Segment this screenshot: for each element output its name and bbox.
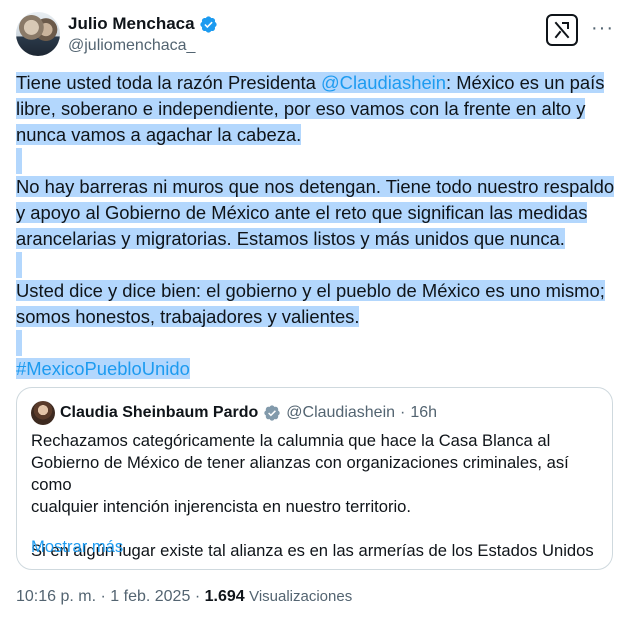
author-handle[interactable]: @juliomenchaca_ <box>68 37 195 55</box>
author-name-row: Julio Menchaca <box>68 14 218 34</box>
quoted-author-handle: @Claudiashein <box>286 404 396 421</box>
grok-icon <box>554 21 570 39</box>
more-icon[interactable]: ··· <box>591 18 614 38</box>
tweet-text-line: nunca vamos a agachar la cabeza. <box>16 124 302 145</box>
mention-link[interactable]: @Claudiashein <box>321 72 446 93</box>
tweet-text-line: y apoyo al Gobierno de México ante el re… <box>16 202 588 223</box>
views-count: 1.694 <box>204 588 245 605</box>
tweet-text-line: arancelarias y migratorias. Estamos list… <box>16 228 565 249</box>
tweet-text-line: No hay barreras ni muros que nos detenga… <box>16 176 615 197</box>
quoted-text-line: Rechazamos categóricamente la calumnia q… <box>31 431 551 450</box>
quoted-author-avatar <box>31 401 55 425</box>
separator-dot: · <box>100 588 106 605</box>
author-avatar[interactable] <box>16 12 60 56</box>
paragraph-break <box>16 330 616 356</box>
tweet-text-segment: Tiene usted toda la razón Presidenta <box>16 72 321 93</box>
tweet-text-line: Usted dice y dice bien: el gobierno y el… <box>16 280 605 301</box>
quoted-tweet-header: Claudia Sheinbaum Pardo @Claudiashein · … <box>31 401 437 425</box>
quoted-author-name: Claudia Sheinbaum Pardo <box>60 404 259 421</box>
separator-dot: · <box>400 404 406 421</box>
tweet-text-line: somos honestos, trabajadores y valientes… <box>16 306 360 327</box>
verified-badge-icon <box>199 15 217 33</box>
tweet-date[interactable]: 1 feb. 2025 <box>110 588 190 605</box>
quoted-tweet[interactable]: Claudia Sheinbaum Pardo @Claudiashein · … <box>16 387 613 570</box>
hashtag-link[interactable]: #MexicoPuebloUnido <box>16 358 190 379</box>
tweet-metadata: 10:16 p. m. · 1 feb. 2025 · 1.694 Visual… <box>16 588 352 606</box>
tweet-text-line: libre, soberano e independiente, por eso… <box>16 98 586 119</box>
author-display-name[interactable]: Julio Menchaca <box>68 14 195 34</box>
separator-dot: · <box>194 588 201 605</box>
quoted-timestamp: 16h <box>410 404 438 421</box>
paragraph-break <box>16 252 616 278</box>
tweet-text-segment: : México es un país <box>446 72 605 93</box>
tweet-header: Julio Menchaca @juliomenchaca_ ··· <box>16 12 622 60</box>
show-more-link[interactable]: Mostrar más <box>31 537 123 557</box>
paragraph-break <box>16 148 616 174</box>
verified-badge-icon <box>264 405 280 421</box>
tweet-time[interactable]: 10:16 p. m. <box>16 588 96 605</box>
tweet-text: Tiene usted toda la razón Presidenta @Cl… <box>16 70 616 382</box>
quoted-text-line: cualquier intención injerencista en nues… <box>31 497 412 516</box>
quoted-text-line: Gobierno de México de tener alianzas con… <box>31 453 569 494</box>
grok-button[interactable] <box>546 14 578 46</box>
views-label: Visualizaciones <box>249 588 353 605</box>
